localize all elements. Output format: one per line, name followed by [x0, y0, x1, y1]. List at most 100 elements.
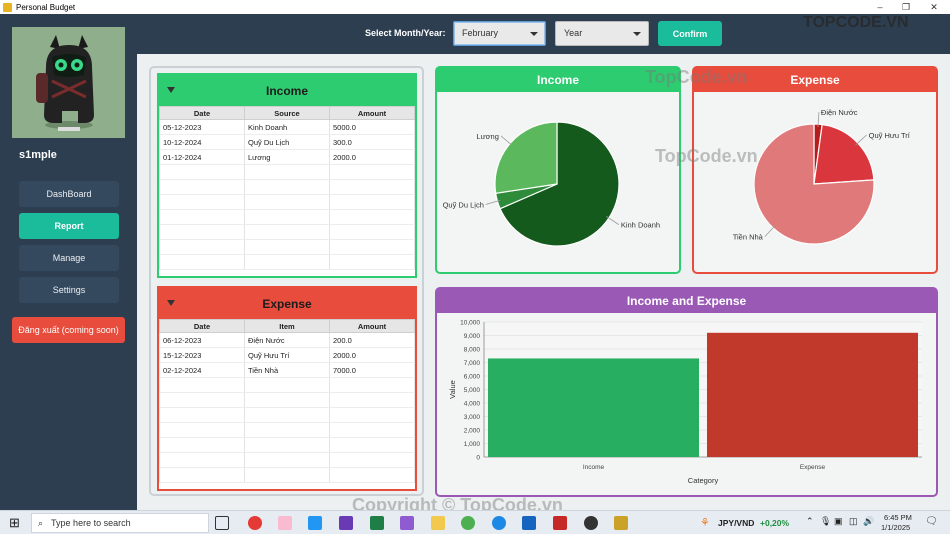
column-header[interactable]: Item	[244, 319, 330, 333]
excel-icon[interactable]	[370, 516, 384, 530]
income-pie-slice-label: Kinh Doanh	[621, 221, 660, 230]
clock-time[interactable]: 6:45 PM	[884, 513, 912, 522]
avatar	[12, 27, 125, 138]
table-cell: Kinh Doanh	[244, 119, 330, 135]
table-cell: 300.0	[329, 134, 415, 150]
expense-table: Date Item Amount 06-12-2023 Điện Nước 200.…	[159, 319, 415, 483]
chevron-up-icon[interactable]: ⌃	[806, 516, 814, 527]
nav-manage-button[interactable]: Manage	[19, 245, 119, 271]
table-cell: 02-12-2024	[159, 362, 245, 378]
expense-pie-chart: Điện Nước Quỹ Hưu Trí Tiền Nhà	[733, 108, 911, 245]
income-pie-label-line	[606, 216, 620, 225]
stock-icon: ⚘	[700, 517, 710, 529]
table-row[interactable]: 02-12-2024 Tiền Nhà 7000.0	[159, 362, 415, 378]
bar-income[interactable]	[488, 358, 699, 457]
app-icon[interactable]	[278, 516, 292, 530]
taskbar-search-placeholder: Type here to search	[51, 518, 131, 528]
nav-report-button[interactable]: Report	[19, 213, 119, 239]
stock-change: +0,20%	[760, 518, 790, 528]
notification-icon[interactable]: 🗨	[925, 516, 938, 527]
tables-container: Income Date Source Amount 05-12-2023 Kinh…	[149, 66, 424, 496]
minimize-icon[interactable]: –	[866, 0, 894, 14]
camera-icon[interactable]: ▣	[834, 516, 843, 527]
table-row[interactable]: 15-12-2023 Quỹ Hưu Trí 2000.0	[159, 347, 415, 363]
year-select[interactable]: Year	[555, 21, 649, 46]
winrar-icon[interactable]	[400, 516, 414, 530]
windows-start-icon[interactable]: ⊞	[9, 515, 20, 531]
logout-button[interactable]: Đăng xuất (coming soon)	[12, 317, 125, 343]
collapse-icon[interactable]	[167, 300, 175, 306]
maximize-icon[interactable]: ❐	[892, 0, 920, 14]
personal-budget-icon[interactable]	[614, 516, 628, 530]
chevron-down-icon	[633, 32, 641, 36]
empty-row	[159, 452, 415, 468]
task-view-icon[interactable]	[215, 516, 229, 530]
taskbar-search[interactable]: ⌕ Type here to search	[31, 513, 209, 533]
table-cell: Lương	[244, 149, 330, 165]
table-cell: 05-12-2023	[159, 119, 245, 135]
income-table-title: Income	[265, 83, 308, 98]
y-tick-label: 2,000	[464, 428, 481, 435]
expense-pie-slice-label: Quỹ Hưu Trí	[869, 131, 911, 140]
zalo-icon[interactable]	[492, 516, 506, 530]
x-axis-label: Category	[688, 476, 719, 485]
table-row[interactable]: 01-12-2024 Lương 2000.0	[159, 149, 415, 165]
income-table-panel: Income Date Source Amount 05-12-2023 Kinh…	[157, 73, 417, 278]
opera-icon[interactable]	[248, 516, 262, 530]
income-pie-title: Income	[437, 68, 679, 92]
expense-pie-slice[interactable]	[813, 123, 875, 185]
empty-row	[159, 437, 415, 453]
expense-pie-label-line	[855, 134, 867, 146]
report-content: Income Date Source Amount 05-12-2023 Kinh…	[137, 54, 950, 510]
column-header[interactable]: Date	[159, 106, 245, 120]
y-tick-label: 7,000	[464, 360, 481, 367]
app-icon	[3, 2, 12, 12]
table-cell: 5000.0	[329, 119, 415, 135]
y-tick-label: 1,000	[464, 441, 481, 448]
title-bar: Personal Budget – ❐ ✕	[0, 0, 950, 14]
income-table: Date Source Amount 05-12-2023 Kinh Doanh 5…	[159, 106, 415, 270]
column-header[interactable]: Amount	[329, 319, 415, 333]
window-title: Personal Budget	[16, 2, 76, 12]
clock-date[interactable]: 1/1/2025	[881, 523, 910, 532]
expense-table-header: Expense	[159, 288, 415, 319]
close-icon[interactable]: ✕	[920, 0, 948, 14]
chrome-icon[interactable]	[461, 516, 475, 530]
bar-chart-title: Income and Expense	[437, 289, 936, 313]
column-header[interactable]: Date	[159, 319, 245, 333]
table-row[interactable]: 06-12-2023 Điện Nước 200.0	[159, 332, 415, 348]
sidebar: s1mple DashBoard Report Manage Settings …	[0, 14, 137, 510]
bar-expense[interactable]	[707, 332, 918, 457]
network-icon[interactable]: ◫	[849, 516, 858, 527]
expense-pie-panel: Expense Điện Nước Quỹ Hưu Trí Tiền Nhà	[692, 66, 938, 274]
empty-row	[159, 254, 415, 270]
y-axis-label: Value	[448, 380, 457, 399]
vscode-icon[interactable]	[308, 516, 322, 530]
collapse-icon[interactable]	[167, 87, 175, 93]
word-icon[interactable]	[522, 516, 536, 530]
nav-settings-button[interactable]: Settings	[19, 277, 119, 303]
microphone-icon[interactable]: 🎙	[820, 516, 831, 527]
confirm-button[interactable]: Confirm	[658, 21, 722, 46]
empty-row	[159, 179, 415, 195]
volume-icon[interactable]: 🔊	[863, 516, 874, 527]
app-icon[interactable]	[584, 516, 598, 530]
table-cell: Tiền Nhà	[244, 362, 330, 378]
visual-studio-icon[interactable]	[339, 516, 353, 530]
income-pie-panel: Income Kinh Doanh Quỹ Du Lịch Lương	[435, 66, 681, 274]
stock-name[interactable]: JPY/VND	[718, 518, 754, 528]
column-header[interactable]: Source	[244, 106, 330, 120]
table-cell: 01-12-2024	[159, 149, 245, 165]
income-pie-slice[interactable]	[494, 121, 558, 194]
table-cell: 10-12-2024	[159, 134, 245, 150]
file-explorer-icon[interactable]	[431, 516, 445, 530]
y-tick-label: 5,000	[464, 387, 481, 394]
table-row[interactable]: 10-12-2024 Quỹ Du Lịch 300.0	[159, 134, 415, 150]
nav-dashboard-button[interactable]: DashBoard	[19, 181, 119, 207]
column-header[interactable]: Amount	[329, 106, 415, 120]
username: s1mple	[19, 149, 57, 161]
month-select[interactable]: February	[453, 21, 546, 46]
intellij-icon[interactable]	[553, 516, 567, 530]
empty-row	[159, 194, 415, 210]
table-row[interactable]: 05-12-2023 Kinh Doanh 5000.0	[159, 119, 415, 135]
